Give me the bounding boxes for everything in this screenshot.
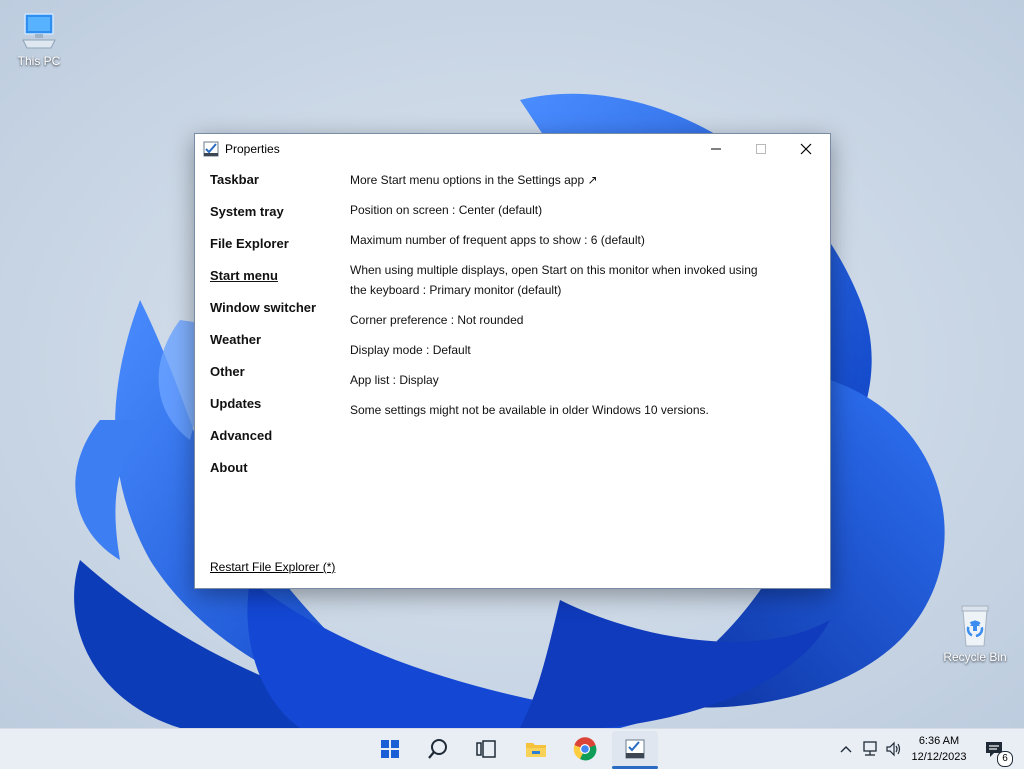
- this-pc-label: This PC: [17, 54, 61, 68]
- recycle-bin-label: Recycle Bin: [943, 650, 1007, 664]
- nav-item-other[interactable]: Other: [210, 364, 316, 396]
- maximize-button[interactable]: [738, 134, 784, 164]
- properties-app-icon: [203, 141, 219, 157]
- nav-item-taskbar[interactable]: Taskbar: [210, 172, 316, 204]
- chrome-icon: [573, 737, 597, 761]
- minimize-button[interactable]: [693, 134, 739, 164]
- start-menu-settings: More Start menu options in the Settings …: [350, 170, 790, 430]
- compat-note: Some settings might not be available in …: [350, 403, 709, 417]
- network-icon: [863, 741, 877, 756]
- notification-badge: 6: [997, 751, 1013, 767]
- max-frequent-setting[interactable]: Maximum number of frequent apps to show …: [350, 230, 790, 250]
- nav-item-weather[interactable]: Weather: [210, 332, 316, 364]
- nav-item-file-explorer[interactable]: File Explorer: [210, 236, 316, 268]
- clock[interactable]: 6:36 AM 12/12/2023: [906, 733, 972, 765]
- nav-item-system-tray[interactable]: System tray: [210, 204, 316, 236]
- nav-item-window-switcher[interactable]: Window switcher: [210, 300, 316, 332]
- task-view-button[interactable]: [470, 733, 502, 765]
- close-icon: [800, 143, 812, 155]
- position-setting[interactable]: Position on screen : Center (default): [350, 200, 790, 220]
- computer-icon: [22, 13, 56, 49]
- minimize-icon: [711, 148, 721, 150]
- more-options-link[interactable]: More Start menu options in the Settings …: [350, 170, 790, 190]
- maximize-icon: [756, 144, 766, 154]
- search-icon: [428, 739, 447, 759]
- window-title: Properties: [225, 142, 280, 156]
- recycle-bin-desktop-icon[interactable]: Recycle Bin: [939, 602, 1011, 664]
- file-explorer-icon: [526, 743, 546, 757]
- clock-date: 12/12/2023: [911, 751, 967, 763]
- taskbar: 6:36 AM 12/12/2023 6: [0, 728, 1024, 769]
- chrome-button[interactable]: [569, 733, 601, 765]
- volume-button[interactable]: [880, 733, 908, 765]
- nav-item-advanced[interactable]: Advanced: [210, 428, 316, 460]
- title-bar[interactable]: Properties: [195, 134, 830, 164]
- multi-display-line2: the keyboard : Primary monitor (default): [350, 283, 562, 297]
- nav-item-about[interactable]: About: [210, 460, 316, 492]
- app-list-setting[interactable]: App list : Display: [350, 370, 790, 390]
- nav-item-start-menu[interactable]: Start menu: [210, 268, 316, 300]
- settings-nav: Taskbar System tray File Explorer Start …: [210, 172, 316, 492]
- chevron-up-icon: [840, 746, 852, 753]
- multi-display-setting[interactable]: When using multiple displays, open Start…: [350, 260, 790, 300]
- properties-window: Properties Taskbar System tray File Expl…: [194, 133, 831, 589]
- start-icon: [381, 740, 399, 758]
- recycle-bin-icon: [961, 605, 989, 647]
- properties-taskbar-button[interactable]: [619, 733, 651, 765]
- file-explorer-button[interactable]: [520, 733, 552, 765]
- nav-item-updates[interactable]: Updates: [210, 396, 316, 428]
- volume-icon: [886, 741, 901, 757]
- multi-display-line1: When using multiple displays, open Start…: [350, 263, 758, 277]
- properties-app-icon: [625, 739, 645, 759]
- display-mode-setting[interactable]: Display mode : Default: [350, 340, 790, 360]
- this-pc-desktop-icon[interactable]: This PC: [3, 10, 75, 68]
- notifications-button[interactable]: 6: [978, 733, 1013, 767]
- start-button[interactable]: [374, 733, 406, 765]
- corner-setting[interactable]: Corner preference : Not rounded: [350, 310, 790, 330]
- task-view-icon: [476, 740, 496, 758]
- search-button[interactable]: [422, 733, 454, 765]
- close-button[interactable]: [783, 134, 829, 164]
- clock-time: 6:36 AM: [918, 735, 960, 747]
- restart-file-explorer-link[interactable]: Restart File Explorer (*): [210, 560, 335, 574]
